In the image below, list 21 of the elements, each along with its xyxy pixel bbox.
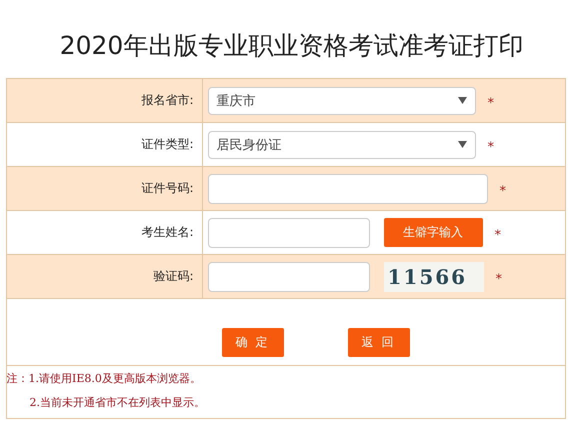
field-label: 证件号码: <box>141 180 194 197</box>
input-field[interactable] <box>208 174 488 204</box>
dropdown[interactable]: 重庆市 <box>208 86 476 114</box>
field-label: 验证码: <box>153 268 194 285</box>
required-mark: * <box>488 140 494 155</box>
required-mark: * <box>496 272 502 287</box>
page-title: 2020年出版专业职业资格考试准考证打印 <box>60 30 524 62</box>
field-label: 报名省市: <box>141 92 194 109</box>
input-field[interactable] <box>208 218 370 248</box>
field-label: 考生姓名: <box>141 224 194 241</box>
required-mark: * <box>494 228 501 243</box>
required-mark: * <box>500 184 506 199</box>
input-field[interactable] <box>208 262 370 292</box>
captcha-image[interactable]: 11566 <box>384 262 484 292</box>
caret-icon <box>458 97 466 104</box>
caret-icon <box>458 141 466 148</box>
required-mark: * <box>488 96 494 111</box>
note-text: 注：1.请使用IE8.0及更高版本浏览器。 <box>6 371 202 386</box>
field-label: 证件类型: <box>141 136 194 153</box>
note-text: 2.当前未开通省市不在列表中显示。 <box>28 395 206 410</box>
dropdown[interactable]: 居民身份证 <box>208 130 476 158</box>
